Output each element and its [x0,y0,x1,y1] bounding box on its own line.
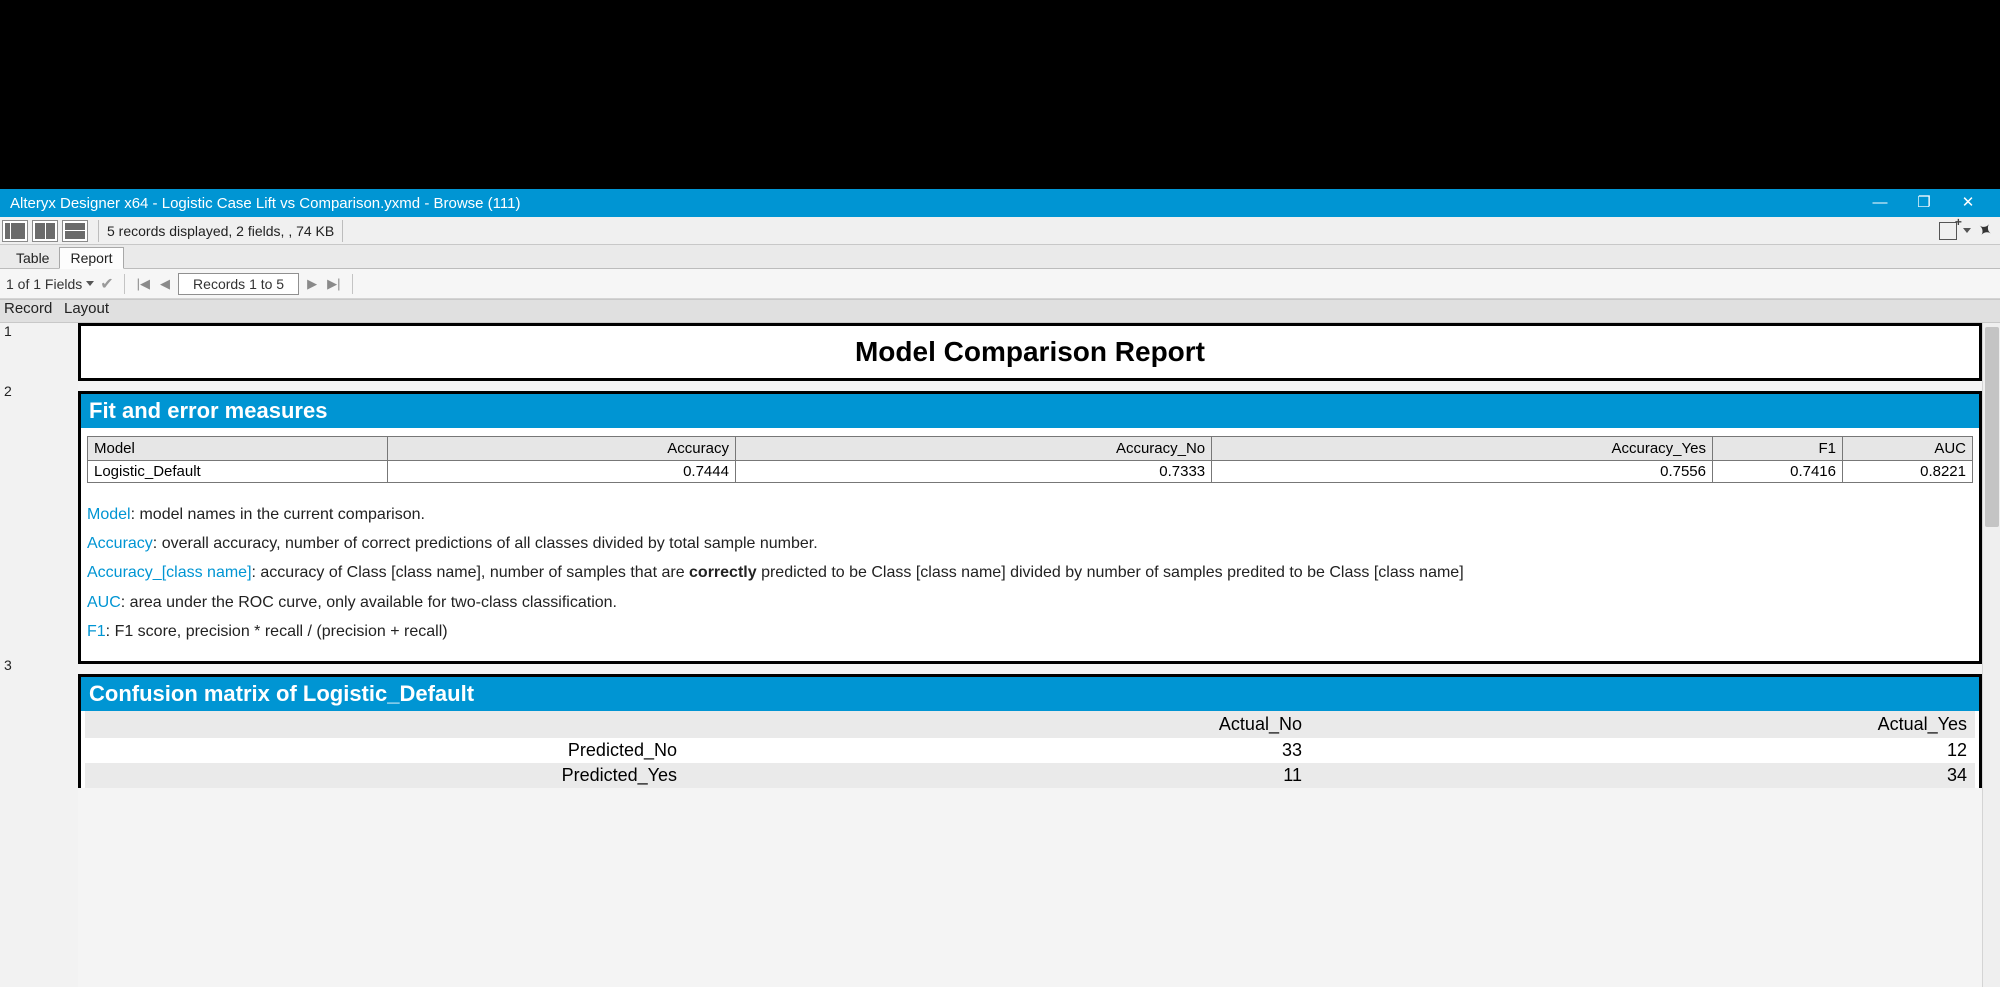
fields-dropdown[interactable]: 1 of 1 Fields [6,276,94,292]
table-row: Predicted_Yes 11 34 [85,763,1975,788]
separator [124,274,125,294]
grid-body: 1 2 3 Model Comparison Report Fit and er… [0,323,2000,987]
minimize-button[interactable]: — [1858,189,1902,217]
report-content: Model Comparison Report Fit and error me… [78,323,1982,987]
scrollbar-thumb[interactable] [1985,327,1999,527]
records-range[interactable]: Records 1 to 5 [178,273,299,295]
def-text: : accuracy of Class [class name], number… [252,564,690,581]
col-record[interactable]: Record [0,300,60,322]
cell-pred-yes: Predicted_Yes [85,763,685,788]
add-panel-icon[interactable] [1939,222,1957,240]
def-bold: correctly [689,564,757,581]
grid-header: Record Layout [0,299,2000,323]
row-number[interactable]: 2 [0,383,78,407]
view-tabs: Table Report [0,245,2000,269]
row-number[interactable]: 3 [0,657,78,681]
row-gutter: 1 2 3 [0,323,78,987]
metrics-table: Model Accuracy Accuracy_No Accuracy_Yes … [87,436,1973,483]
def-key: Accuracy [87,535,153,552]
pager-toolbar: 1 of 1 Fields ✔ |◀ ◀ Records 1 to 5 ▶ ▶| [0,269,2000,299]
th-actual-yes: Actual_Yes [1310,711,1975,738]
last-page-button[interactable]: ▶| [325,276,342,292]
cell-value: 11 [685,763,1310,788]
table-row: Predicted_No 33 12 [85,738,1975,763]
th-accuracy-no: Accuracy_No [735,437,1211,461]
view-toolbar: 5 records displayed, 2 fields, , 74 KB ✦ [0,217,2000,245]
prev-page-button[interactable]: ◀ [158,276,172,292]
fit-measures-card: Fit and error measures Model Accuracy Ac… [78,391,1982,664]
pin-icon[interactable]: ✦ [1972,218,1996,244]
report-title: Model Comparison Report [81,326,1979,378]
def-key: AUC [87,594,121,611]
browse-window: Alteryx Designer x64 - Logistic Case Lif… [0,189,2000,987]
layout-split-button[interactable] [32,220,58,242]
separator [352,274,353,294]
cell-pred-no: Predicted_No [85,738,685,763]
th-actual-no: Actual_No [685,711,1310,738]
cell-value: 12 [1310,738,1975,763]
th-blank [85,711,685,738]
window-title: Alteryx Designer x64 - Logistic Case Lif… [10,195,1858,212]
report-title-card: Model Comparison Report [78,323,1982,381]
cell-auc: 0.8221 [1843,461,1973,483]
confusion-matrix-card: Confusion matrix of Logistic_Default Act… [78,674,1982,788]
th-accuracy-yes: Accuracy_Yes [1212,437,1713,461]
th-accuracy: Accuracy [388,437,736,461]
th-auc: AUC [1843,437,1973,461]
def-key: F1 [87,623,106,640]
record-status-text: 5 records displayed, 2 fields, , 74 KB [98,220,343,242]
table-row: Logistic_Default 0.7444 0.7333 0.7556 0.… [88,461,1973,483]
th-f1: F1 [1713,437,1843,461]
section-header-confusion: Confusion matrix of Logistic_Default [81,677,1979,711]
def-key: Accuracy_[class name] [87,564,252,581]
row-number[interactable]: 1 [0,323,78,347]
def-text: : area under the ROC curve, only availab… [121,594,617,611]
def-text: : model names in the current comparison. [131,506,425,523]
restore-button[interactable]: ❐ [1902,189,1946,217]
def-text: : overall accuracy, number of correct pr… [153,535,818,552]
tab-report[interactable]: Report [59,247,123,269]
definitions: Model: model names in the current compar… [87,501,1973,645]
caret-down-icon [86,281,94,286]
cell-value: 33 [685,738,1310,763]
layout-left-panel-button[interactable] [2,220,28,242]
layout-stack-button[interactable] [62,220,88,242]
check-icon[interactable]: ✔ [100,274,113,294]
vertical-scrollbar[interactable] [1982,323,2000,987]
confusion-table: Actual_No Actual_Yes Predicted_No 33 12 … [85,711,1975,788]
cell-acc-yes: 0.7556 [1212,461,1713,483]
section-header-fit: Fit and error measures [81,394,1979,428]
cell-f1: 0.7416 [1713,461,1843,483]
table-header-row: Actual_No Actual_Yes [85,711,1975,738]
def-key: Model [87,506,131,523]
first-page-button[interactable]: |◀ [135,276,152,292]
cell-value: 34 [1310,763,1975,788]
table-header-row: Model Accuracy Accuracy_No Accuracy_Yes … [88,437,1973,461]
fields-label: 1 of 1 Fields [6,276,82,292]
tab-table[interactable]: Table [6,248,59,268]
close-button[interactable]: ✕ [1946,189,1990,217]
cell-acc-no: 0.7333 [735,461,1211,483]
cell-accuracy: 0.7444 [388,461,736,483]
window-titlebar: Alteryx Designer x64 - Logistic Case Lif… [0,189,2000,217]
th-model: Model [88,437,388,461]
next-page-button[interactable]: ▶ [305,276,319,292]
def-text: predicted to be Class [class name] divid… [757,564,1464,581]
col-layout[interactable]: Layout [60,300,2000,322]
panel-menu-caret-icon[interactable] [1963,228,1971,233]
cell-model: Logistic_Default [88,461,388,483]
def-text: : F1 score, precision * recall / (precis… [106,623,448,640]
